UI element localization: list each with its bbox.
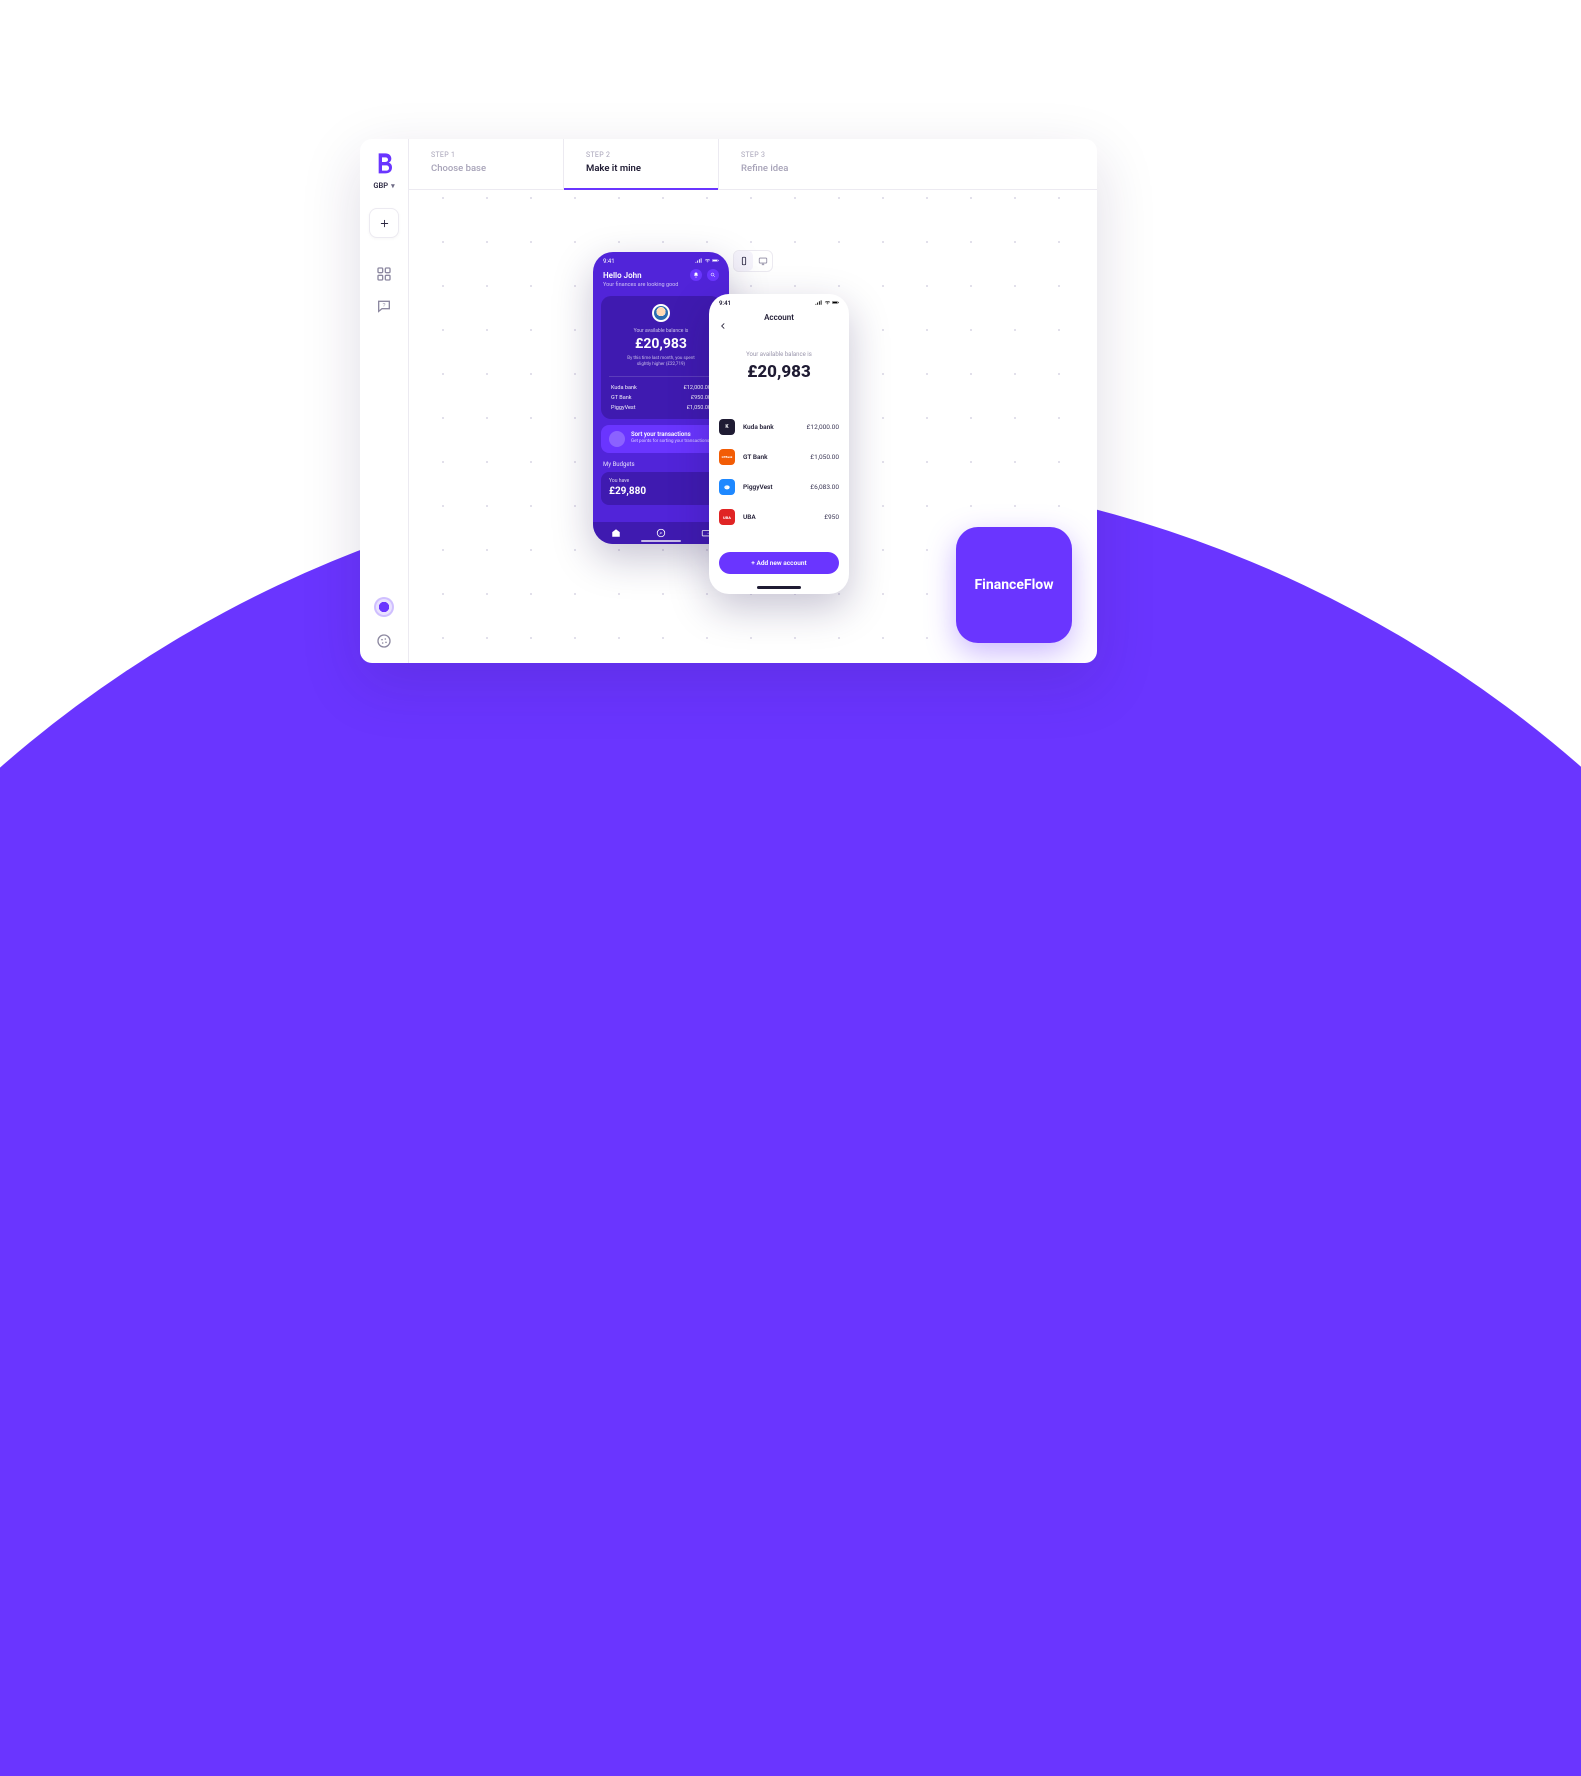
step-label: STEP 1 [431,151,541,159]
bank-badge: UBA [719,509,735,525]
signal-icon [695,258,702,263]
home-icon[interactable] [611,528,621,538]
brand-chip-label: FinanceFlow [974,577,1053,593]
pill-title: Sort your transactions [631,431,709,438]
help-chat-icon[interactable]: ? [376,298,392,314]
left-rail: GBP ▾ ? [360,139,409,663]
grid-icon[interactable] [376,266,392,282]
notifications-icon[interactable] [690,269,702,281]
balance-amount: £20,983 [611,336,711,352]
pill-subtitle: Get points for sorting your transactions [631,439,709,445]
bank-name: GT Bank [743,453,810,461]
add-button[interactable] [369,208,399,238]
account-row: GT Bank£950.00 [611,395,711,401]
step-label: STEP 3 [741,151,1075,159]
bank-amount: £6,083.00 [810,483,839,491]
balance-label: Your available balance is [611,328,711,334]
device-toggle [733,250,773,272]
step-choose-base[interactable]: STEP 1 Choose base [409,139,564,190]
budget-title: You have [609,478,713,484]
divider [609,376,713,377]
phone-mock-account[interactable]: 9:41 Account Your available balance is £… [709,294,849,594]
compass-icon[interactable] [656,528,666,538]
budget-value: £29,880 [609,486,713,497]
status-icons [695,258,719,265]
svg-text:?: ? [383,303,386,309]
account-row: Kuda bank£12,000.00 [611,385,711,391]
bank-badge: K [719,419,735,435]
wifi-icon [824,300,831,305]
bank-amount: £950 [824,513,839,521]
add-account-button[interactable]: + Add new account [719,552,839,574]
budget-card: You have £29,880 [601,472,721,505]
step-refine-idea[interactable]: STEP 3 Refine idea [719,139,1097,190]
background-curve [0,470,1581,1776]
status-bar: 9:41 [593,252,729,267]
app-logo [376,153,392,175]
brand-chip[interactable]: FinanceFlow [956,527,1072,643]
mobile-icon [739,256,749,266]
steps-tabs: STEP 1 Choose base STEP 2 Make it mine S… [409,139,1097,190]
app-panel: GBP ▾ ? STEP 1 Choose base STEP 2 Make i… [360,139,1097,663]
list-item[interactable]: GTBank GT Bank £1,050.00 [719,442,839,472]
list-item[interactable]: UBA UBA £950 [719,502,839,532]
currency-code: GBP [373,181,388,190]
step-make-it-mine[interactable]: STEP 2 Make it mine [564,139,719,190]
chevron-down-icon: ▾ [391,182,395,190]
accounts-list: K Kuda bank £12,000.00 GTBank GT Bank £1… [709,412,849,532]
status-bar: 9:41 [709,294,849,309]
greeting-subtitle: Your finances are looking good [603,282,719,288]
balance-card: Your available balance is £20,983 By thi… [601,296,721,419]
currency-selector[interactable]: GBP ▾ [373,181,394,190]
desktop-toggle[interactable] [753,251,772,271]
piggy-icon [723,483,731,491]
canvas[interactable]: 9:41 Hello John Your finances are lookin… [409,190,1097,663]
wifi-icon [704,258,711,263]
cookie-icon[interactable] [376,633,392,649]
avatar-icon [652,304,670,322]
screen-title: Account [709,313,849,322]
balance-amount: £20,983 [709,362,849,382]
balance-label: Your available balance is [709,351,849,358]
bank-name: UBA [743,513,824,521]
budgets-label: My Budgets [603,461,719,468]
step-title: Choose base [431,163,541,174]
battery-icon [832,300,839,305]
bank-name: PiggyVest [743,483,810,491]
status-icons [815,300,839,307]
status-time: 9:41 [603,258,615,265]
bank-name: Kuda bank [743,423,807,431]
bank-amount: £12,000.00 [807,423,839,431]
signal-icon [815,300,822,305]
step-label: STEP 2 [586,151,696,159]
chevron-left-icon [719,322,727,330]
battery-icon [712,258,719,263]
search-icon[interactable] [707,269,719,281]
sort-transactions-card[interactable]: Sort your transactions Get points for so… [601,425,721,453]
step-title: Make it mine [586,163,696,174]
list-item[interactable]: K Kuda bank £12,000.00 [719,412,839,442]
desktop-icon [758,256,768,266]
balance-hint: By this time last month, you spent sligh… [611,356,711,368]
plus-icon [379,218,390,229]
list-item[interactable]: PiggyVest £6,083.00 [719,472,839,502]
status-time: 9:41 [719,300,731,307]
back-button[interactable] [719,315,727,334]
step-title: Refine idea [741,163,1075,174]
bank-badge [719,479,735,495]
add-account-label: + Add new account [751,559,806,567]
theme-color-indicator[interactable] [374,597,394,617]
home-indicator [641,540,681,542]
account-row: PiggyVest£1,050.00 [611,405,711,411]
bank-amount: £1,050.00 [810,453,839,461]
sort-icon [609,431,625,447]
home-indicator [757,586,801,589]
home-header: Hello John Your finances are looking goo… [593,267,729,290]
bank-badge: GTBank [719,449,735,465]
mobile-toggle[interactable] [734,251,753,271]
